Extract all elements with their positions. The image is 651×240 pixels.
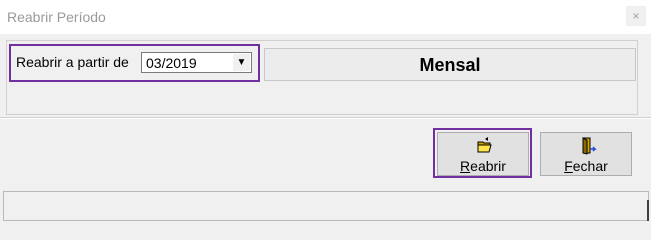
mode-value: Mensal	[419, 55, 481, 75]
status-edge	[647, 200, 649, 221]
fechar-label-rest: echar	[572, 158, 608, 174]
close-icon: ×	[632, 9, 640, 23]
open-folder-icon	[477, 137, 492, 153]
exit-door-icon	[582, 137, 597, 155]
period-select-value: 03/2019	[146, 55, 197, 71]
reabrir-mnemonic: R	[460, 158, 471, 174]
reabrir-button[interactable]: Reabrir	[437, 132, 529, 176]
close-button[interactable]: ×	[626, 6, 646, 26]
reabrir-label-rest: eabrir	[470, 158, 506, 174]
window-title: Reabrir Período	[7, 9, 106, 25]
fechar-label: Fechar	[541, 158, 631, 174]
reabrir-label: Reabrir	[438, 158, 528, 174]
divider	[0, 117, 651, 119]
period-label: Reabrir a partir de	[16, 54, 129, 70]
title-bar: Reabrir Período ×	[0, 0, 651, 34]
mode-panel: Mensal	[264, 48, 636, 81]
fechar-button[interactable]: Fechar	[540, 132, 632, 176]
period-select[interactable]: 03/2019 ▼	[141, 52, 252, 73]
fechar-mnemonic: F	[564, 158, 573, 174]
status-bar	[3, 191, 649, 221]
chevron-down-icon[interactable]: ▼	[233, 54, 250, 71]
